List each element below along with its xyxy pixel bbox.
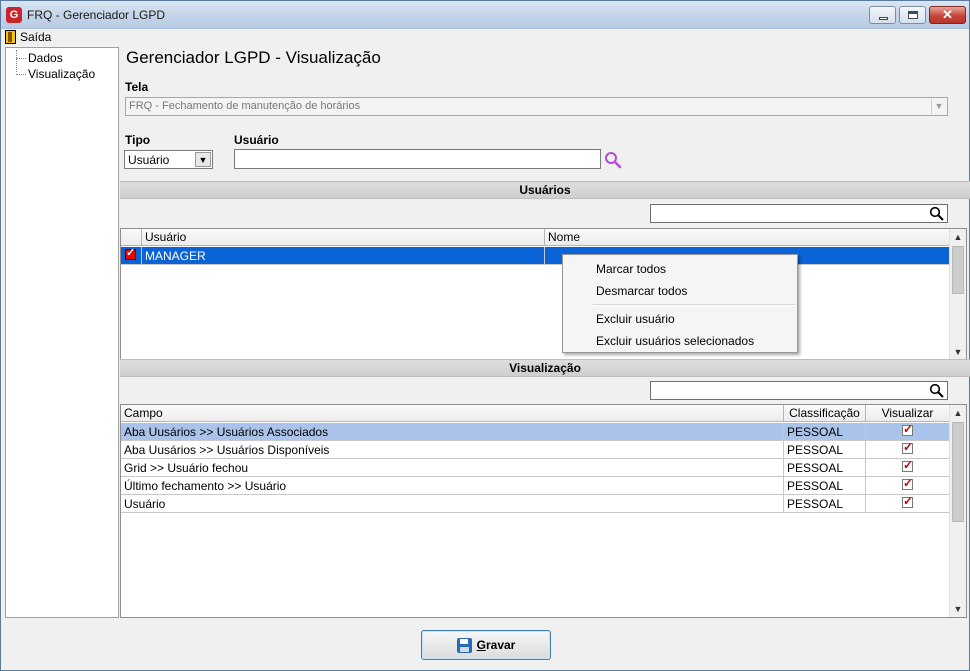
exit-door-icon	[5, 30, 16, 44]
cell-campo: Último fechamento >> Usuário	[121, 477, 784, 494]
visualizacao-grid-header: Campo Classificação Visualizar	[121, 405, 949, 422]
menu-exit[interactable]: Saída	[5, 29, 51, 45]
usuario-label: Usuário	[234, 133, 279, 147]
maximize-button[interactable]	[899, 6, 926, 24]
visualizacao-scrollbar[interactable]: ▲ ▼	[949, 405, 966, 617]
tela-select[interactable]: FRQ - Fechamento de manutenção de horári…	[125, 97, 948, 116]
tipo-select[interactable]: Usuário ▼	[124, 150, 213, 169]
cell-campo: Grid >> Usuário fechou	[121, 459, 784, 476]
close-button[interactable]: ✕	[929, 6, 966, 24]
scroll-down-icon[interactable]: ▼	[950, 344, 966, 360]
scroll-up-icon[interactable]: ▲	[950, 229, 966, 245]
title-bar[interactable]: G FRQ - Gerenciador LGPD ✕	[1, 1, 969, 29]
table-row[interactable]: Usuário PESSOAL	[121, 495, 949, 513]
usuarios-scrollbar[interactable]: ▲ ▼	[949, 229, 966, 360]
usuarios-section-header: Usuários	[120, 181, 970, 199]
tree-item-dados[interactable]: Dados	[16, 51, 63, 65]
table-row[interactable]: Aba Uusários >> Usuários Disponíveis PES…	[121, 441, 949, 459]
cell-usuario: MANAGER	[142, 247, 545, 264]
main-panel: Gerenciador LGPD - Visualização Tela FRQ…	[120, 45, 970, 621]
scroll-thumb[interactable]	[952, 246, 964, 294]
cell-classificacao: PESSOAL	[784, 423, 866, 440]
floppy-disk-icon	[456, 637, 472, 653]
visualizar-checkbox[interactable]	[902, 459, 913, 472]
column-visualizar[interactable]: Visualizar	[866, 405, 949, 421]
visualizar-checkbox[interactable]	[902, 441, 913, 454]
cell-visualizar[interactable]	[866, 477, 949, 494]
chevron-down-icon[interactable]: ▼	[195, 152, 211, 167]
save-button[interactable]: Gravar	[421, 630, 551, 660]
menu-item-excluir-selecionados[interactable]: Excluir usuários selecionados	[596, 334, 754, 348]
scroll-up-icon[interactable]: ▲	[950, 405, 966, 421]
column-usuario[interactable]: Usuário	[142, 229, 545, 245]
cell-classificacao: PESSOAL	[784, 495, 866, 512]
visualizar-checkbox[interactable]	[902, 495, 913, 508]
context-menu: Marcar todos Desmarcar todos Excluir usu…	[562, 254, 798, 353]
tipo-label: Tipo	[125, 133, 151, 147]
visualizacao-section-header: Visualização	[120, 359, 970, 377]
table-row[interactable]: Último fechamento >> Usuário PESSOAL	[121, 477, 949, 495]
cell-classificacao: PESSOAL	[784, 477, 866, 494]
usuarios-grid-header: Usuário Nome	[121, 229, 949, 246]
tree-item-visualizacao[interactable]: Visualização	[16, 67, 95, 81]
search-icon[interactable]	[929, 206, 945, 222]
table-row[interactable]: Grid >> Usuário fechou PESSOAL	[121, 459, 949, 477]
menu-exit-label: Saída	[20, 30, 52, 44]
tipo-select-value: Usuário	[128, 153, 170, 167]
navigation-tree: Dados Visualização	[5, 47, 119, 618]
cell-campo: Usuário	[121, 495, 784, 512]
cell-visualizar[interactable]	[866, 459, 949, 476]
tela-label: Tela	[125, 80, 149, 94]
visualizar-checkbox[interactable]	[902, 477, 913, 490]
cell-visualizar[interactable]	[866, 423, 949, 440]
column-campo[interactable]: Campo	[121, 405, 784, 421]
usuarios-grid: Usuário Nome MANAGER ▲ ▼	[120, 228, 967, 361]
minimize-icon	[879, 17, 888, 20]
page-title: Gerenciador LGPD - Visualização	[126, 48, 381, 67]
save-accelerator: G	[476, 638, 486, 652]
cell-classificacao: PESSOAL	[784, 441, 866, 458]
cell-visualizar[interactable]	[866, 441, 949, 458]
search-user-icon[interactable]	[604, 151, 622, 169]
scroll-down-icon[interactable]: ▼	[950, 601, 966, 617]
cell-visualizar[interactable]	[866, 495, 949, 512]
tela-select-value: FRQ - Fechamento de manutenção de horári…	[129, 100, 361, 112]
usuario-input[interactable]	[234, 149, 601, 169]
column-classificacao[interactable]: Classificação	[784, 405, 866, 421]
menu-item-desmarcar-todos[interactable]: Desmarcar todos	[596, 284, 687, 298]
maximize-icon	[908, 11, 918, 19]
menu-item-excluir-usuario[interactable]: Excluir usuário	[596, 312, 675, 326]
minimize-button[interactable]	[869, 6, 896, 24]
app-logo-icon: G	[6, 7, 22, 23]
usuarios-search-input[interactable]	[650, 204, 948, 223]
window-title: FRQ - Gerenciador LGPD	[27, 8, 166, 22]
main-window: G FRQ - Gerenciador LGPD ✕ Saída Dados V…	[0, 0, 970, 671]
row-checkbox-cell[interactable]	[121, 247, 142, 264]
menu-separator	[593, 304, 795, 306]
table-row[interactable]: Aba Uusários >> Usuários Associados PESS…	[121, 423, 949, 441]
chevron-down-icon[interactable]: ▼	[931, 99, 946, 114]
row-checkbox[interactable]	[125, 247, 136, 260]
search-icon[interactable]	[929, 383, 945, 399]
close-icon: ✕	[942, 7, 953, 22]
cell-campo: Aba Uusários >> Usuários Disponíveis	[121, 441, 784, 458]
cell-campo: Aba Uusários >> Usuários Associados	[121, 423, 784, 440]
column-nome[interactable]: Nome	[545, 229, 949, 245]
checkbox-column-header	[121, 229, 142, 245]
menu-bar: Saída	[1, 29, 969, 45]
table-row[interactable]: MANAGER	[121, 247, 949, 265]
visualizacao-search-input[interactable]	[650, 381, 948, 400]
visualizar-checkbox[interactable]	[902, 423, 913, 436]
save-button-label: Gravar	[477, 638, 516, 652]
visualizacao-grid: Campo Classificação Visualizar Aba Uusár…	[120, 404, 967, 618]
scroll-thumb[interactable]	[952, 422, 964, 522]
cell-classificacao: PESSOAL	[784, 459, 866, 476]
menu-item-marcar-todos[interactable]: Marcar todos	[596, 262, 666, 276]
save-label-rest: ravar	[485, 638, 516, 652]
